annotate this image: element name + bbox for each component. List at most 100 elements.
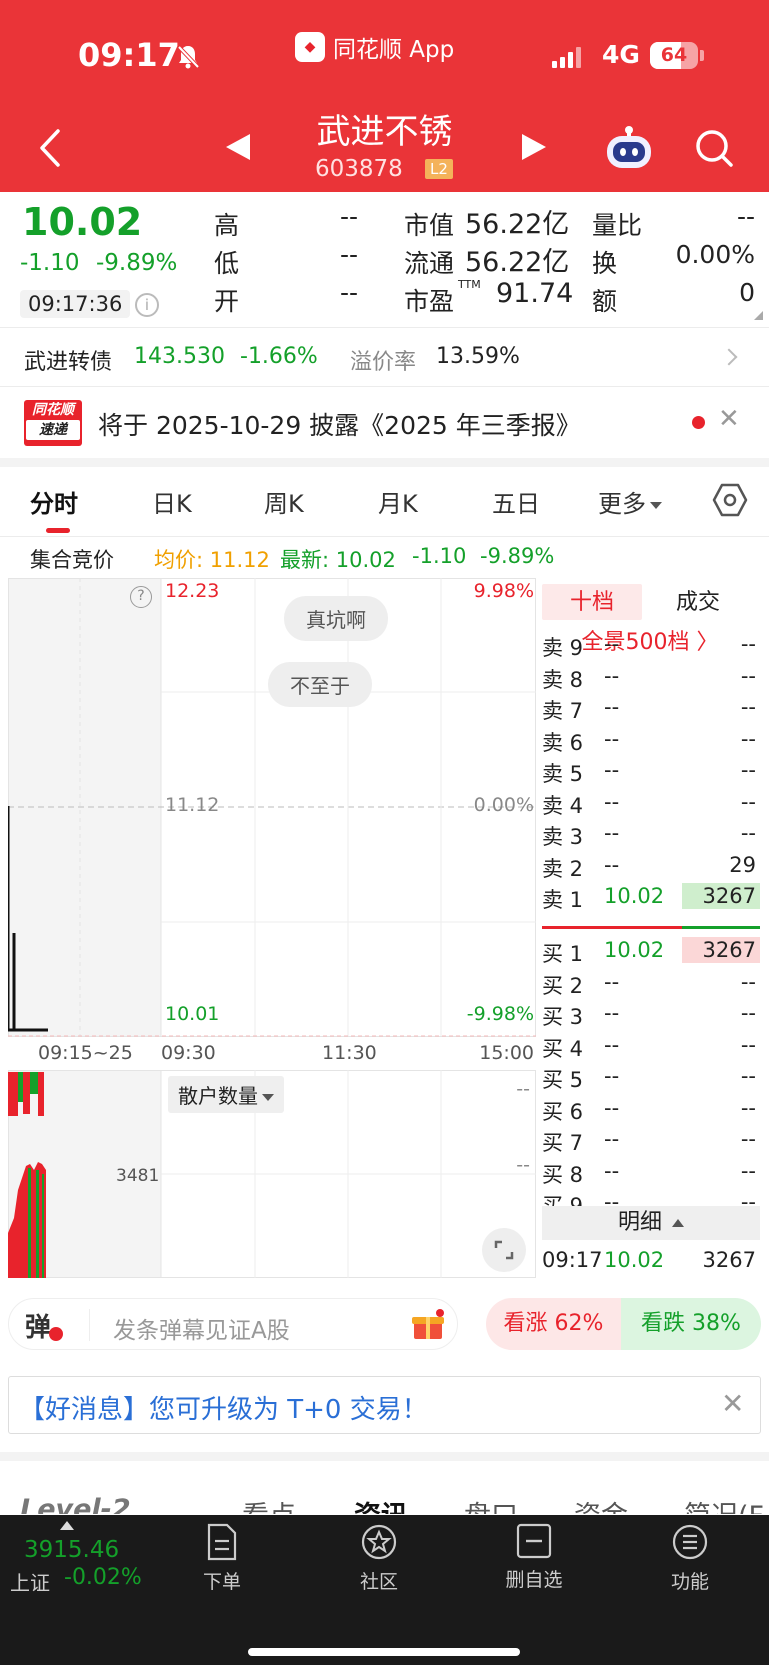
battery-icon: 64	[650, 42, 698, 69]
settings-hexagon-icon[interactable]	[712, 482, 748, 518]
buy-level-row[interactable]: 买 2 -- --	[542, 968, 760, 998]
app-source[interactable]: ◆ 同花顺 App	[295, 30, 454, 64]
sell-level-row[interactable]: 卖 9 -- --	[542, 630, 760, 660]
sell-level-row[interactable]: 卖 5 -- --	[542, 756, 760, 786]
bell-mute-icon	[177, 45, 200, 69]
tab-highlights[interactable]: 看点	[242, 1494, 296, 1514]
next-stock-icon[interactable]	[522, 134, 546, 160]
tab-funds[interactable]: 资金	[574, 1494, 628, 1514]
volume-dash-mid: --	[516, 1154, 530, 1176]
buy-level-row[interactable]: 买 8 -- --	[542, 1157, 760, 1187]
tab-five-day[interactable]: 五日	[492, 484, 540, 519]
app-source-label: 同花顺 App	[333, 37, 455, 63]
community-star-icon	[361, 1524, 397, 1560]
danmaku-input[interactable]: 发条弹幕见证A股	[113, 1311, 290, 1345]
tab-level2[interactable]: Level-2	[20, 1494, 131, 1514]
sell-level-price: --	[604, 726, 620, 751]
nav-functions[interactable]: 功能	[650, 1523, 730, 1594]
buy-level-row[interactable]: 买 4 -- --	[542, 1031, 760, 1061]
tab-daily-k[interactable]: 日K	[152, 484, 192, 519]
sell-level-row[interactable]: 卖 1 10.02 3267	[542, 882, 760, 912]
nav-remove-watchlist[interactable]: 删自选	[494, 1523, 574, 1592]
sell-level-price: 10.02	[604, 884, 665, 908]
quote-time: 09:17:36	[20, 290, 131, 318]
good-news-banner[interactable]: 【好消息】您可升级为 T+0 交易！ ✕	[8, 1376, 761, 1434]
danmaku-input-bar[interactable]: 弹 发条弹幕见证A股	[8, 1298, 458, 1350]
sell-level-row[interactable]: 卖 2 -- 29	[542, 851, 760, 881]
sell-level-row[interactable]: 卖 7 -- --	[542, 693, 760, 723]
index-value[interactable]: 3915.46	[24, 1537, 119, 1563]
volratio-value: --	[736, 202, 755, 231]
sell-level-label: 卖 9	[542, 636, 584, 660]
sell-level-row[interactable]: 卖 4 -- --	[542, 788, 760, 818]
sell-level-label: 卖 5	[542, 762, 584, 786]
danmaku-icon[interactable]: 弹	[25, 1307, 51, 1344]
danmaku-bubble: 不至于	[268, 662, 372, 707]
premium-label: 溢价率	[350, 350, 417, 375]
tab-more[interactable]: 更多	[598, 484, 662, 519]
tab-weekly-k[interactable]: 周K	[264, 484, 304, 519]
index-name: 上证	[10, 1571, 50, 1595]
search-icon[interactable]	[694, 128, 734, 168]
buy-level-row[interactable]: 买 1 10.02 3267	[542, 936, 760, 966]
buy-level-row[interactable]: 买 3 -- --	[542, 999, 760, 1029]
time-midday: 11:30	[322, 1042, 377, 1064]
open-label: 开	[214, 287, 240, 316]
sell-level-volume: --	[740, 758, 756, 782]
tab-profile[interactable]: 简况(F	[684, 1494, 764, 1514]
axis-mid-pct: 0.00%	[473, 794, 534, 816]
turnover-label: 换	[592, 249, 618, 278]
quote-panel[interactable]: 10.02 -1.10 -9.89% 09:17:36 i 高 -- 低 -- …	[0, 192, 769, 326]
close-icon[interactable]: ✕	[718, 404, 740, 434]
home-indicator[interactable]	[248, 1648, 520, 1656]
sell-level-volume: --	[740, 632, 756, 656]
sell-level-row[interactable]: 卖 6 -- --	[542, 725, 760, 755]
good-news-text: 【好消息】您可升级为 T+0 交易！	[19, 1395, 428, 1425]
tab-ten-levels[interactable]: 十档	[542, 584, 642, 620]
buy-level-row[interactable]: 买 6 -- --	[542, 1094, 760, 1124]
buy-level-row[interactable]: 买 7 -- --	[542, 1125, 760, 1155]
buy-level-label: 买 2	[542, 973, 584, 998]
sell-level-price: --	[604, 663, 620, 688]
tab-news[interactable]: 资讯	[354, 1494, 408, 1514]
stock-code: 603878	[315, 156, 403, 182]
gift-icon[interactable]	[411, 1309, 445, 1341]
intraday-chart[interactable]: ? 12.23 9.98% 11.12 0.00% 10.01 -9.98% 0…	[8, 578, 536, 1278]
fullscreen-icon[interactable]	[482, 1228, 526, 1272]
price-change-pct: -9.89%	[96, 250, 178, 276]
buy-level-row[interactable]: 买 5 -- --	[542, 1062, 760, 1092]
nav-order[interactable]: 下单	[182, 1523, 262, 1594]
chevron-down-icon	[262, 1094, 274, 1101]
sell-level-volume: --	[740, 726, 756, 751]
info-icon[interactable]: i	[135, 293, 159, 317]
close-icon[interactable]: ✕	[721, 1387, 744, 1420]
mktcap-value: 56.22亿	[465, 209, 570, 240]
detail-toggle[interactable]: 明细	[542, 1206, 760, 1240]
amount-value: 0	[739, 278, 755, 307]
remove-watchlist-icon	[516, 1523, 552, 1559]
buy-level-label: 买 7	[542, 1131, 584, 1155]
tab-trades[interactable]: 成交	[648, 584, 748, 616]
sell-level-volume: --	[740, 695, 756, 719]
convertible-bond-row[interactable]: 武进转债 143.530 -1.66% 溢价率 13.59%	[0, 328, 769, 386]
sell-level-row[interactable]: 卖 8 -- --	[542, 662, 760, 692]
expand-up-icon[interactable]	[60, 1521, 74, 1530]
retail-count-dropdown[interactable]: 散户数量	[168, 1076, 284, 1113]
report-notice[interactable]: 同花顺 速递 将于 2025-10-29 披露《2025 年三季报》	[0, 388, 769, 458]
tab-orderbook[interactable]: 盘口	[464, 1494, 518, 1514]
buy-level-volume: --	[740, 1001, 756, 1025]
vote-rise-button[interactable]: 看涨 62%	[486, 1298, 621, 1350]
vote-fall-button[interactable]: 看跌 38%	[621, 1298, 761, 1350]
tab-monthly-k[interactable]: 月K	[378, 484, 418, 519]
nav-community[interactable]: 社区	[339, 1523, 419, 1594]
latest-change: -1.10	[412, 544, 467, 568]
buy-level-volume: --	[740, 1032, 756, 1057]
bond-name: 武进转债	[24, 350, 113, 375]
sell-level-row[interactable]: 卖 3 -- --	[542, 819, 760, 849]
help-icon[interactable]: ?	[130, 586, 152, 608]
robot-assistant-icon[interactable]	[604, 124, 654, 170]
sell-level-volume: --	[740, 663, 756, 688]
tab-intraday[interactable]: 分时	[30, 484, 78, 519]
menu-circle-icon	[672, 1524, 708, 1560]
latest-price: 最新: 10.02	[280, 548, 396, 572]
